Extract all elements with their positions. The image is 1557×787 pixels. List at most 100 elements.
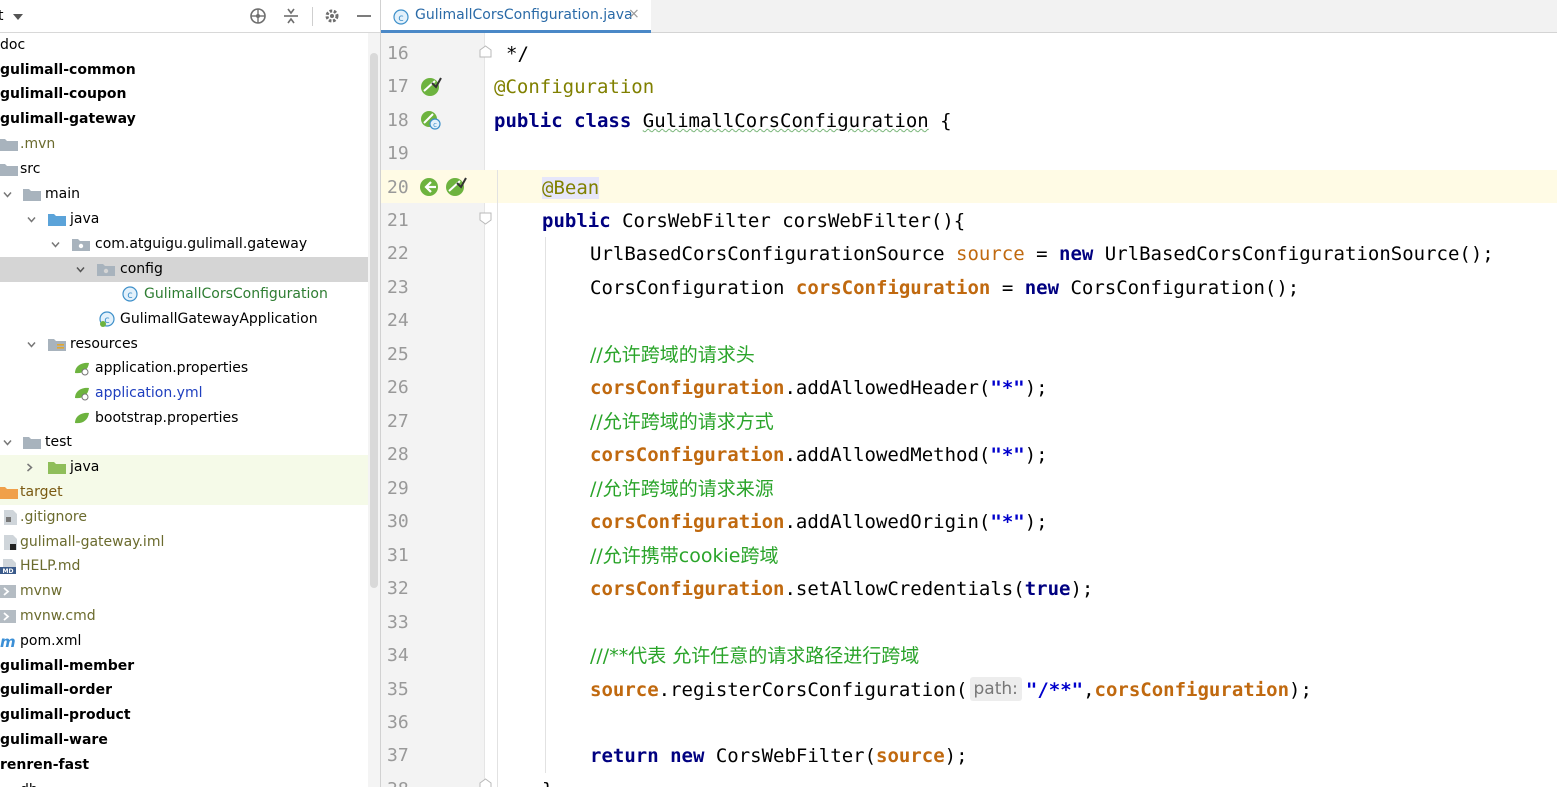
tree-item-gitignore[interactable]: .gitignore bbox=[0, 505, 380, 530]
comment: ///**代表 允许任意的请求路径进行跨域 bbox=[590, 645, 920, 667]
tree-item-gulimall-product[interactable]: gulimall-product bbox=[0, 703, 380, 728]
tree-item-pom-xml[interactable]: m pom.xml bbox=[0, 629, 380, 654]
tree-item-test-java[interactable]: java bbox=[0, 455, 380, 480]
line-number: 16 bbox=[387, 43, 409, 64]
code-text: CorsConfiguration(); bbox=[1059, 277, 1300, 299]
tree-item-mvnw[interactable]: mvnw bbox=[0, 579, 380, 604]
tree-item-gulimall-gateway[interactable]: gulimall-gateway bbox=[0, 107, 380, 132]
navigate-to-usages-icon[interactable] bbox=[417, 175, 441, 199]
code-line-32: corsConfiguration.setAllowCredentials(tr… bbox=[590, 572, 1093, 606]
chevron-down-icon[interactable] bbox=[27, 215, 36, 224]
tree-item-config[interactable]: config bbox=[0, 257, 380, 282]
globe-icon[interactable] bbox=[249, 7, 267, 25]
spring-properties-icon bbox=[75, 362, 89, 376]
line-number: 27 bbox=[387, 411, 409, 432]
tree-item-gulimall-ware[interactable]: gulimall-ware bbox=[0, 728, 380, 753]
fold-marker-icon[interactable] bbox=[479, 45, 492, 58]
tree-item-gulimall-coupon[interactable]: gulimall-coupon bbox=[0, 82, 380, 107]
code-line-27: //允许跨域的请求方式 bbox=[590, 405, 774, 439]
tree-item-package[interactable]: com.atguigu.gulimall.gateway bbox=[0, 232, 380, 257]
keyword: new bbox=[1059, 243, 1094, 265]
tree-item-gulimall-cors-configuration[interactable]: c GulimallCorsConfiguration bbox=[0, 282, 380, 307]
tree-item-label: gulimall-member bbox=[0, 658, 135, 674]
code-text: { bbox=[928, 110, 952, 132]
tree-item-db[interactable]: db bbox=[0, 778, 380, 787]
spring-config-icon[interactable]: c bbox=[419, 108, 443, 132]
tree-scrollbar[interactable] bbox=[368, 33, 380, 787]
tree-item-resources[interactable]: resources bbox=[0, 332, 380, 357]
code-line-22: UrlBasedCorsConfigurationSource source =… bbox=[590, 237, 1494, 271]
line-number: 25 bbox=[387, 344, 409, 365]
tree-item-label: java bbox=[70, 459, 100, 475]
module-file-icon bbox=[4, 535, 17, 550]
local-variable: source bbox=[876, 745, 945, 767]
tree-item-gulimall-order[interactable]: gulimall-order bbox=[0, 678, 380, 703]
chevron-down-icon[interactable] bbox=[51, 240, 60, 249]
keyword: new bbox=[670, 745, 705, 767]
collapse-all-icon[interactable] bbox=[282, 7, 300, 25]
chevron-down-icon[interactable] bbox=[76, 265, 85, 274]
tree-item-target[interactable]: target bbox=[0, 480, 380, 505]
tree-item-application-properties[interactable]: application.properties bbox=[0, 356, 380, 381]
editor-tab-active[interactable]: c GulimallCorsConfiguration.java × bbox=[381, 0, 651, 33]
tree-item-label: mvnw bbox=[20, 583, 63, 599]
line-number: 36 bbox=[387, 712, 409, 733]
resources-folder-icon bbox=[48, 339, 66, 351]
code-text: , bbox=[1083, 679, 1095, 701]
tree-item-main[interactable]: main bbox=[0, 182, 380, 207]
string-literal: "*" bbox=[990, 444, 1025, 466]
line-number: 33 bbox=[387, 612, 409, 633]
tree-item-test[interactable]: test bbox=[0, 430, 380, 455]
tree-item-label: target bbox=[20, 484, 63, 500]
view-dropdown-icon[interactable] bbox=[13, 14, 23, 20]
tree-item-mvn[interactable]: .mvn bbox=[0, 132, 380, 157]
tree-item-gulimall-member[interactable]: gulimall-member bbox=[0, 654, 380, 679]
tree-scrollbar-thumb[interactable] bbox=[370, 53, 378, 588]
code-line-31: //允许携带cookie跨域 bbox=[590, 539, 778, 573]
tree-item-label: gulimall-common bbox=[0, 62, 136, 78]
annotation: @Bean bbox=[542, 177, 600, 199]
keyword: true bbox=[1024, 578, 1071, 600]
tree-item-gulimall-common[interactable]: gulimall-common bbox=[0, 58, 380, 83]
tree-item-help-md[interactable]: MD HELP.md bbox=[0, 554, 380, 579]
tree-item-bootstrap-properties[interactable]: bootstrap.properties bbox=[0, 406, 380, 431]
tree-item-label: gulimall-coupon bbox=[0, 86, 127, 102]
project-view-title[interactable]: t bbox=[0, 8, 4, 24]
parameter-hint: path: bbox=[969, 677, 1022, 701]
fold-marker-icon[interactable] bbox=[479, 778, 492, 787]
folder-icon bbox=[23, 189, 41, 201]
tree-item-src[interactable]: src bbox=[0, 157, 380, 182]
chevron-down-icon[interactable] bbox=[3, 438, 12, 447]
tree-item-doc[interactable]: doc bbox=[0, 33, 380, 58]
tab-close-icon[interactable]: × bbox=[628, 6, 640, 22]
code-line-20: @Bean bbox=[542, 171, 600, 205]
string-literal: "*" bbox=[990, 511, 1025, 533]
chevron-down-icon[interactable] bbox=[27, 340, 36, 349]
line-number: 31 bbox=[387, 545, 409, 566]
code-text: CorsWebFilter corsWebFilter(){ bbox=[610, 210, 966, 232]
chevron-right-icon[interactable] bbox=[25, 463, 34, 472]
code-text: ); bbox=[1070, 578, 1094, 600]
string-literal: "*" bbox=[990, 377, 1025, 399]
code-text: .addAllowedMethod( bbox=[784, 444, 991, 466]
tree-item-java[interactable]: java bbox=[0, 207, 380, 232]
tree-item-mvnw-cmd[interactable]: mvnw.cmd bbox=[0, 604, 380, 629]
tree-item-label: .gitignore bbox=[20, 509, 87, 525]
tree-item-label: HELP.md bbox=[20, 558, 81, 574]
spring-bean-icon[interactable] bbox=[444, 175, 468, 199]
local-variable: corsConfiguration bbox=[590, 377, 785, 399]
gear-icon[interactable] bbox=[323, 7, 341, 25]
chevron-down-icon[interactable] bbox=[3, 190, 12, 199]
tree-item-iml[interactable]: gulimall-gateway.iml bbox=[0, 530, 380, 555]
spring-bean-icon[interactable] bbox=[419, 75, 443, 99]
tree-item-application-yml[interactable]: application.yml bbox=[0, 381, 380, 406]
fold-marker-icon[interactable] bbox=[479, 212, 492, 225]
tree-item-gulimall-gateway-application[interactable]: c GulimallGatewayApplication bbox=[0, 307, 380, 332]
tree-item-label: src bbox=[20, 161, 41, 177]
line-number: 37 bbox=[387, 745, 409, 766]
comment: //允许携带cookie跨域 bbox=[590, 545, 779, 567]
code-line-29: //允许跨域的请求来源 bbox=[590, 472, 774, 506]
minimize-icon[interactable] bbox=[355, 7, 373, 25]
code-line-34: ///**代表 允许任意的请求路径进行跨域 bbox=[590, 639, 919, 673]
tree-item-renren-fast[interactable]: renren-fast bbox=[0, 753, 380, 778]
